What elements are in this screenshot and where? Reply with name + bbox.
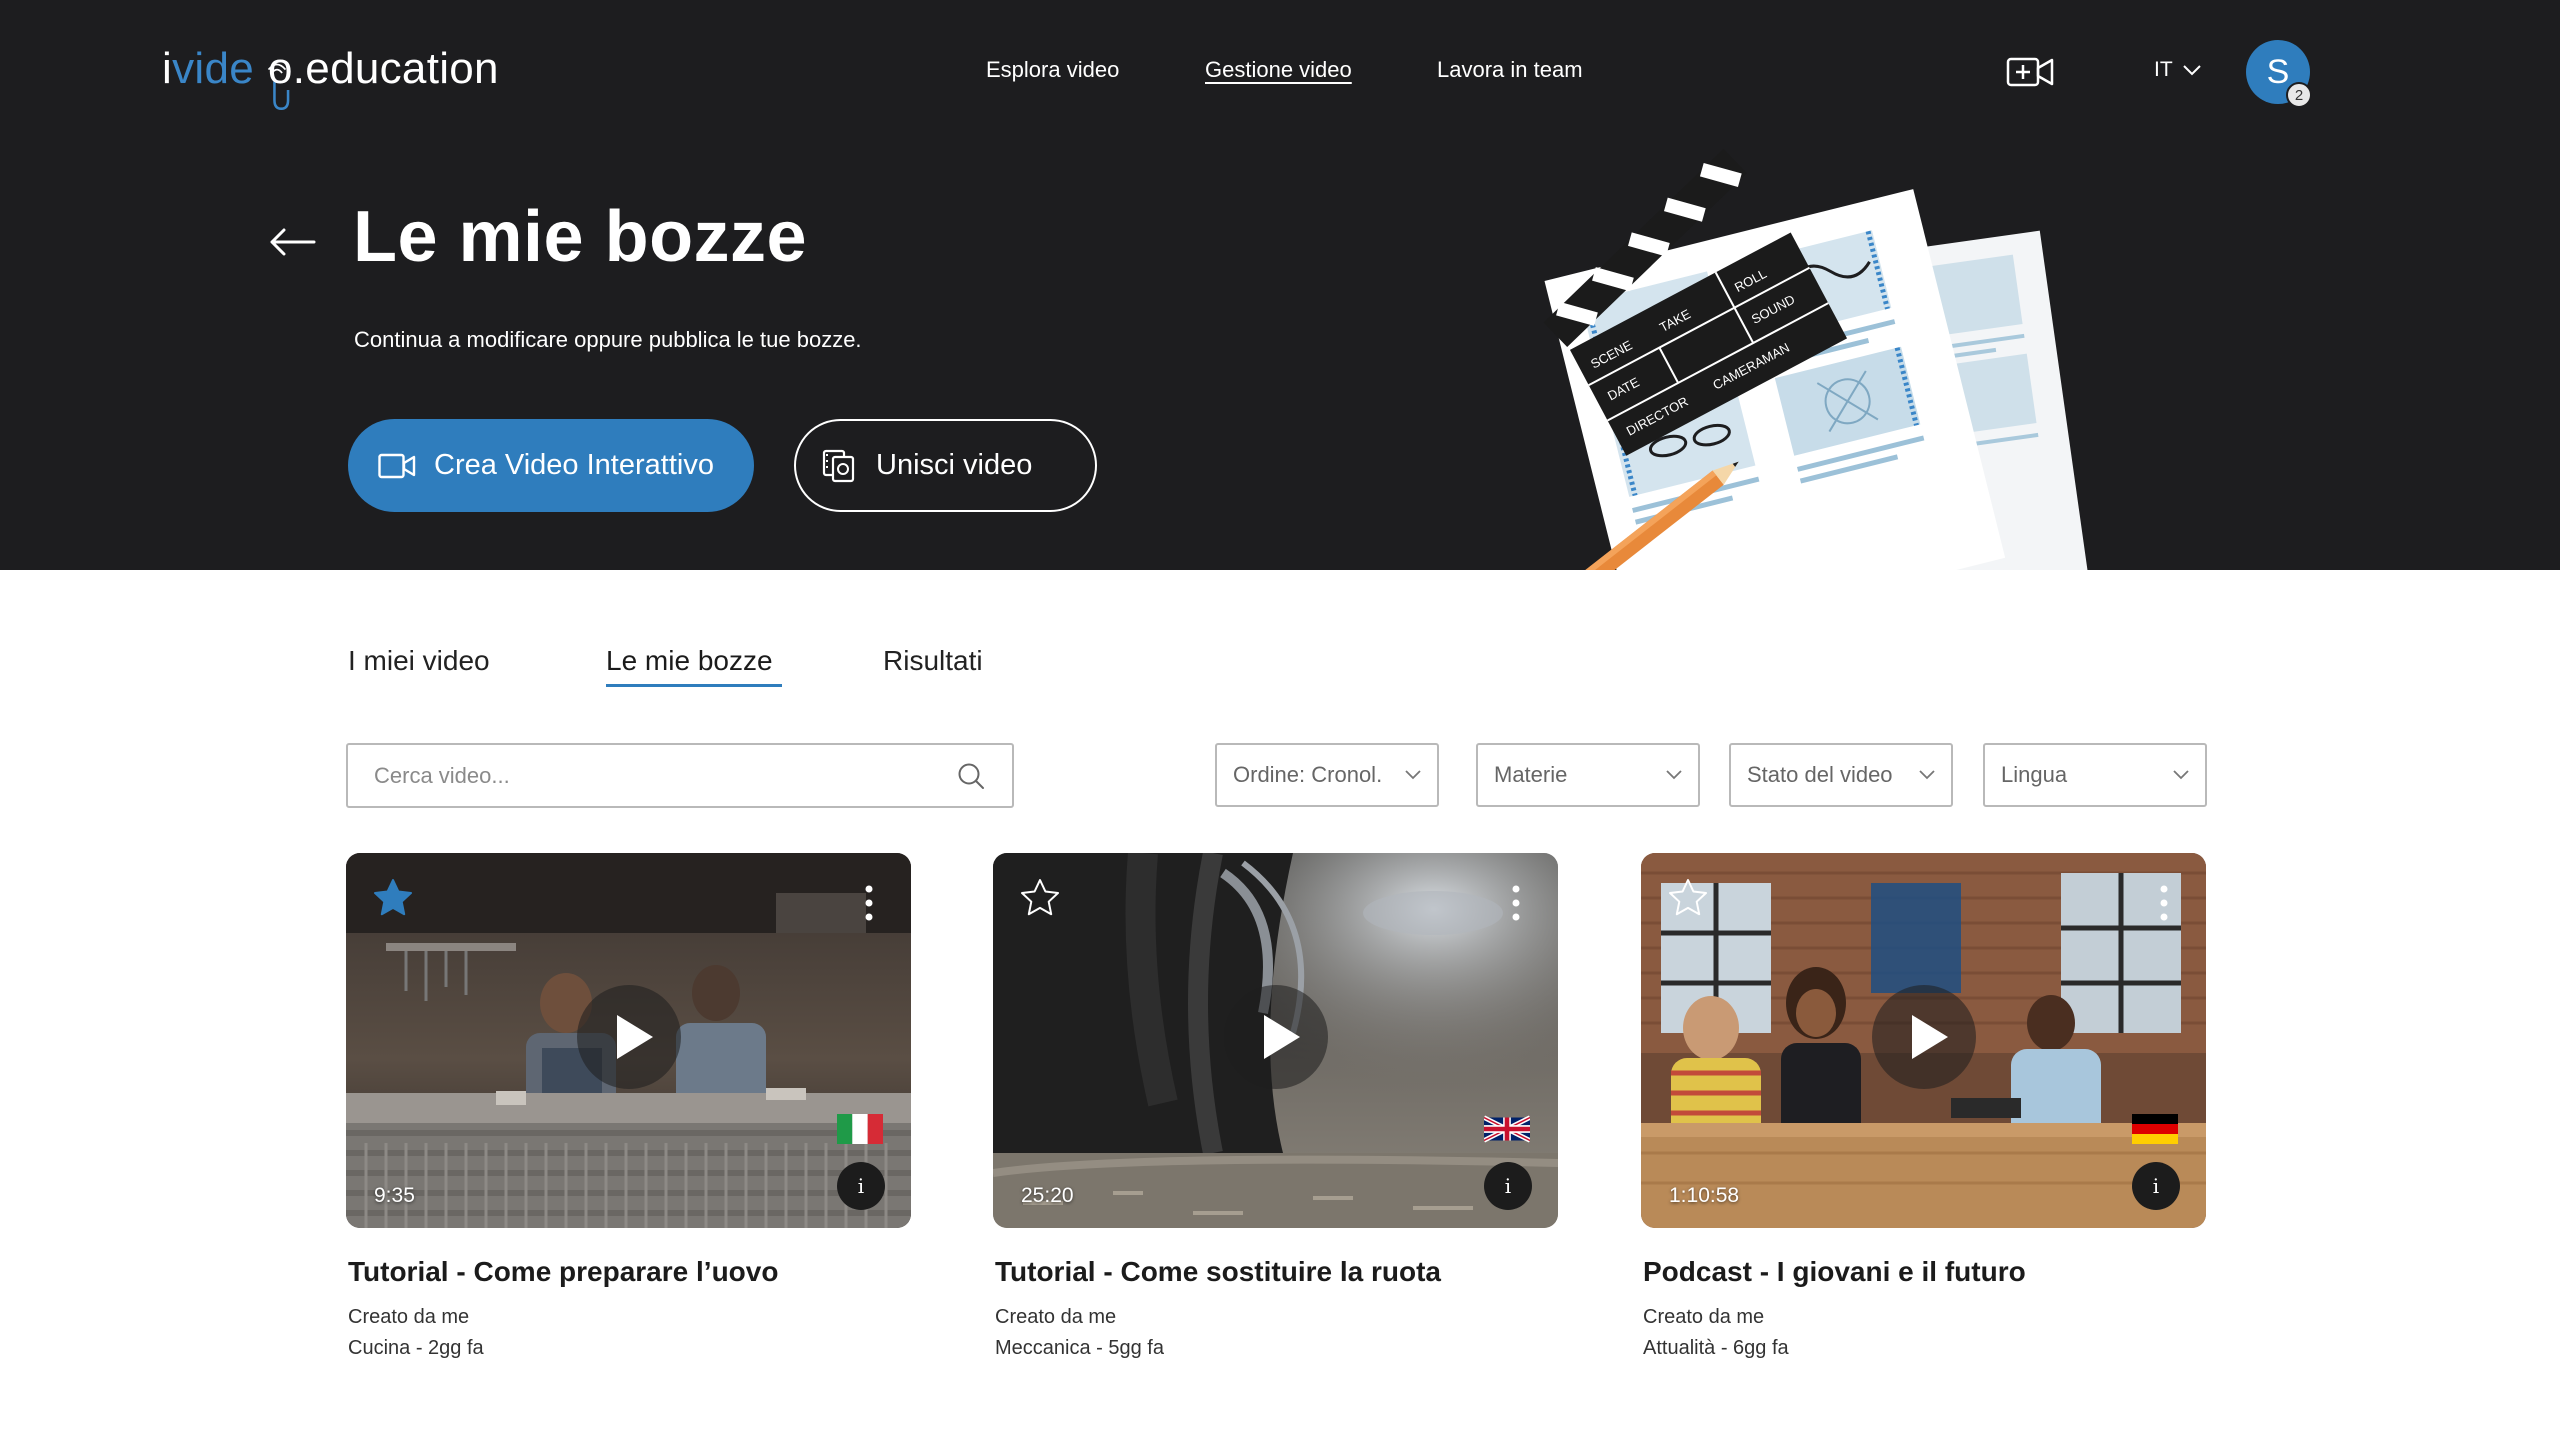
video-creator: Creato da me	[1643, 1306, 1765, 1328]
nav-esplora-video[interactable]: Esplora video	[986, 57, 1119, 83]
video-card[interactable]: 1:10:58 i Podcast - I giovani e il futur…	[1641, 853, 2206, 1364]
video-category-date: Meccanica - 5gg fa	[995, 1337, 1164, 1359]
info-button[interactable]: i	[837, 1162, 885, 1210]
play-button[interactable]	[1871, 984, 1976, 1089]
search-input[interactable]	[374, 762, 956, 789]
video-title[interactable]: Tutorial - Come preparare l’uovo	[346, 1256, 911, 1288]
play-button[interactable]	[1223, 984, 1328, 1089]
video-camera-icon	[378, 453, 416, 478]
avatar-initial: S	[2266, 52, 2290, 91]
video-creator: Creato da me	[348, 1306, 470, 1328]
logo-text-vide: vide	[172, 44, 254, 93]
more-options-icon[interactable]	[1510, 883, 1522, 923]
info-button[interactable]: i	[1484, 1162, 1532, 1210]
add-video-camera-icon[interactable]	[2006, 54, 2056, 90]
back-arrow-icon[interactable]	[268, 226, 316, 258]
play-button[interactable]	[576, 984, 681, 1089]
video-card[interactable]: 9:35 i Tutorial - Come preparare l’uovo …	[346, 853, 911, 1364]
order-dropdown[interactable]: Ordine: Cronol.	[1215, 743, 1439, 807]
page-subtitle: Continua a modificare oppure pubblica le…	[354, 327, 862, 352]
germany-flag-icon	[2132, 1114, 2178, 1144]
language-dropdown[interactable]: Lingua	[1983, 743, 2207, 807]
tab-my-videos[interactable]: I miei video	[348, 645, 490, 677]
video-card[interactable]: 25:20 i Tutorial - Come sostituire la ru…	[993, 853, 1558, 1364]
video-duration: 25:20	[1021, 1184, 1074, 1207]
chevron-down-icon	[1919, 770, 1935, 780]
tab-my-drafts[interactable]: Le mie bozze	[606, 645, 773, 677]
nav-gestione-video[interactable]: Gestione video	[1205, 57, 1352, 83]
video-meta: Creato da me Cucina - 2gg fa	[346, 1302, 911, 1364]
logo-text-i: i	[162, 44, 173, 93]
video-thumbnail[interactable]: 9:35 i	[346, 853, 911, 1228]
favorite-star-icon[interactable]	[372, 877, 414, 919]
favorite-star-icon[interactable]	[1019, 877, 1061, 919]
video-thumbnail[interactable]: 25:20 i	[993, 853, 1558, 1228]
status-dropdown-label: Stato del video	[1747, 762, 1893, 787]
subjects-dropdown-label: Materie	[1494, 762, 1568, 787]
video-title[interactable]: Tutorial - Come sostituire la ruota	[993, 1256, 1558, 1288]
video-duration: 9:35	[374, 1184, 415, 1207]
video-category-date: Cucina - 2gg fa	[348, 1337, 484, 1359]
language-dropdown-label: Lingua	[2001, 762, 2068, 787]
info-button[interactable]: i	[2132, 1162, 2180, 1210]
language-label: IT	[2154, 58, 2173, 81]
language-select[interactable]: IT	[2154, 58, 2201, 82]
chevron-down-icon	[1405, 770, 1421, 780]
favorite-star-icon[interactable]	[1667, 877, 1709, 919]
uk-flag-icon	[1484, 1115, 1530, 1143]
video-meta: Creato da me Attualità - 6gg fa	[1641, 1302, 2206, 1364]
chevron-down-icon	[2182, 64, 2201, 75]
hero-header: i vide o .education Esplora video Gestione …	[0, 0, 2560, 570]
video-category-date: Attualità - 6gg fa	[1643, 1337, 1789, 1359]
search-field	[346, 743, 1014, 808]
create-interactive-video-button[interactable]: Crea Video Interattivo	[348, 419, 754, 512]
more-options-icon[interactable]	[2158, 883, 2170, 923]
video-thumbnail[interactable]: 1:10:58 i	[1641, 853, 2206, 1228]
notification-badge: 2	[2286, 82, 2312, 108]
nav-lavora-in-team[interactable]: Lavora in team	[1437, 57, 1583, 83]
create-interactive-video-label: Crea Video Interattivo	[434, 449, 714, 481]
chevron-down-icon	[2173, 770, 2189, 780]
page-title: Le mie bozze	[353, 197, 808, 277]
chevron-down-icon	[1666, 770, 1682, 780]
logo-text-education: .education	[292, 44, 499, 93]
active-tab-indicator	[606, 684, 782, 687]
merge-videos-button[interactable]: Unisci video	[794, 419, 1097, 512]
merge-videos-label: Unisci video	[876, 449, 1033, 481]
subjects-dropdown[interactable]: Materie	[1476, 743, 1700, 807]
tab-results[interactable]: Risultati	[883, 645, 983, 677]
more-options-icon[interactable]	[863, 883, 875, 923]
status-dropdown[interactable]: Stato del video	[1729, 743, 1953, 807]
italy-flag-icon	[837, 1114, 883, 1144]
logo-text-o: o	[268, 44, 293, 93]
video-creator: Creato da me	[995, 1306, 1117, 1328]
storyboard-illustration: SCENE TAKE ROLL DATE SOUND DIRECTOR CAME…	[1543, 148, 2093, 570]
video-duration: 1:10:58	[1669, 1184, 1740, 1207]
video-title[interactable]: Podcast - I giovani e il futuro	[1641, 1256, 2206, 1288]
video-meta: Creato da me Meccanica - 5gg fa	[993, 1302, 1558, 1364]
merge-videos-icon	[822, 449, 855, 482]
search-icon[interactable]	[956, 761, 986, 791]
order-dropdown-label: Ordine: Cronol.	[1233, 762, 1383, 787]
